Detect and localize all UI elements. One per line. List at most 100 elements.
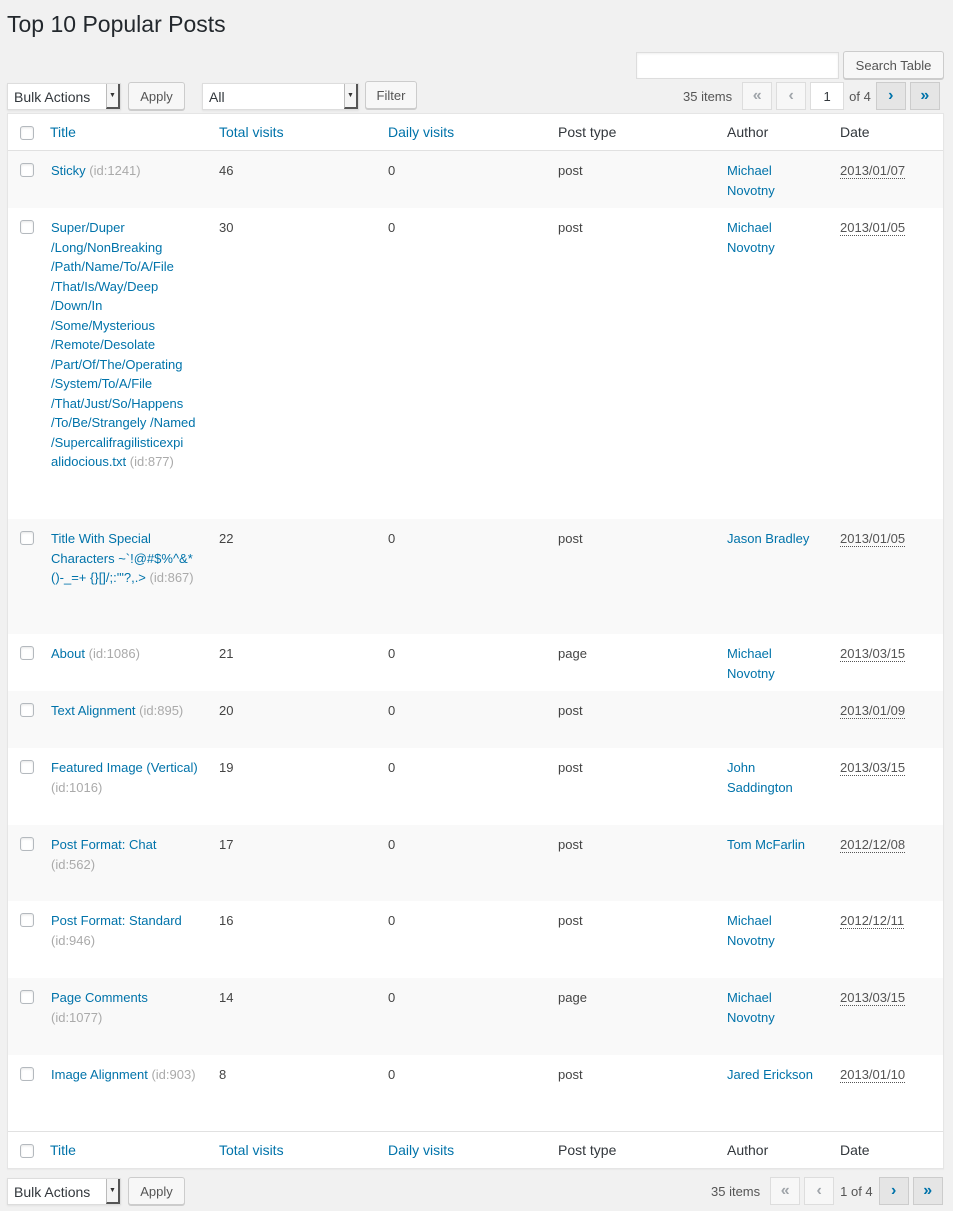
daily-visits-cell: 0 xyxy=(388,220,396,235)
date-cell: 2013/01/09 xyxy=(840,701,906,721)
post-title-link[interactable]: Post Format: Standard xyxy=(51,913,182,928)
total-visits-cell: 46 xyxy=(219,163,234,178)
bulk-actions-select-bottom[interactable]: Bulk Actions ▼ xyxy=(7,1178,121,1205)
table-row: Page Comments (id:1077) 14 0 page Michael No… xyxy=(8,978,943,1055)
author-link[interactable]: Michael Novotny xyxy=(727,161,822,200)
apply-button-top[interactable]: Apply xyxy=(128,82,185,110)
search-input[interactable] xyxy=(636,52,839,79)
row-checkbox[interactable] xyxy=(20,1067,34,1081)
date-cell: 2013/01/10 xyxy=(840,1065,906,1085)
post-id: (id:562) xyxy=(51,856,96,872)
filter-select-value: All xyxy=(209,88,225,105)
table-row: Featured Image (Vertical) (id:1016) 19 0 po… xyxy=(8,748,943,825)
author-link-value[interactable]: Tom McFarlin xyxy=(727,837,805,852)
date-cell-value: 2013/03/15 xyxy=(840,990,906,1006)
post-title-cell: Title With Special Characters ~`!@#$%^&*… xyxy=(51,529,201,588)
bulk-actions-select-top[interactable]: Bulk Actions ▼ xyxy=(7,83,121,110)
date-cell: 2012/12/11 xyxy=(840,911,905,931)
post-id: (id:946) xyxy=(51,932,96,948)
table-row: Post Format: Standard (id:946) 16 0 post Mic… xyxy=(8,901,943,978)
total-visits-cell: 14 xyxy=(219,990,234,1005)
last-page-button[interactable]: » xyxy=(909,82,940,110)
pagination-top: 35 items « ‹ 1 of 4 › » xyxy=(683,81,940,111)
next-page-button[interactable]: › xyxy=(878,1177,909,1205)
post-type-filter-select[interactable]: All ▼ xyxy=(202,83,359,110)
post-title-cell: Image Alignment (id:903) xyxy=(51,1065,201,1085)
row-checkbox[interactable] xyxy=(20,760,34,774)
chevron-down-icon: ▼ xyxy=(106,1179,120,1204)
post-title-link[interactable]: Image Alignment xyxy=(51,1067,148,1082)
row-checkbox[interactable] xyxy=(20,703,34,717)
author-link[interactable]: Jason Bradley xyxy=(727,529,822,549)
author-link-value[interactable]: Jared Erickson xyxy=(727,1067,813,1082)
author-link[interactable]: Michael Novotny xyxy=(727,644,822,683)
row-checkbox[interactable] xyxy=(20,913,34,927)
post-title-link[interactable]: Post Format: Chat xyxy=(51,837,156,852)
row-checkbox[interactable] xyxy=(20,220,34,234)
author-link[interactable]: John Saddington xyxy=(727,758,822,797)
table-body: Sticky (id:1241) 46 0 post Michael Novotny 20… xyxy=(8,151,943,1131)
author-link-value[interactable]: Jason Bradley xyxy=(727,531,809,546)
column-daily-visits[interactable]: Daily visits xyxy=(388,124,454,140)
post-title-link[interactable]: Text Alignment xyxy=(51,703,136,718)
last-page-button[interactable]: » xyxy=(912,1177,943,1205)
total-visits-cell: 30 xyxy=(219,220,234,235)
author-link[interactable]: Tom McFarlin xyxy=(727,835,822,855)
row-checkbox[interactable] xyxy=(20,837,34,851)
post-title-cell: Featured Image (Vertical) (id:1016) xyxy=(51,758,201,797)
row-checkbox[interactable] xyxy=(20,163,34,177)
date-cell-value: 2013/01/10 xyxy=(840,1067,906,1083)
page: Top 10 Popular Posts Search Table Bulk A… xyxy=(0,0,953,1211)
post-title-link[interactable]: About xyxy=(51,646,85,661)
select-all-checkbox-footer[interactable] xyxy=(20,1144,34,1158)
total-visits-cell: 21 xyxy=(219,646,234,661)
date-cell: 2012/12/08 xyxy=(840,835,906,855)
column-daily-visits-footer[interactable]: Daily visits xyxy=(388,1142,454,1158)
post-title-cell: Super/Duper /Long/NonBreaking /Path/Name… xyxy=(51,218,201,472)
author-link-value[interactable]: Michael Novotny xyxy=(727,646,775,681)
column-total-visits-footer[interactable]: Total visits xyxy=(219,1142,284,1158)
row-checkbox[interactable] xyxy=(20,531,34,545)
post-title-link[interactable]: Featured Image (Vertical) xyxy=(51,760,198,775)
post-id: (id:1077) xyxy=(51,1009,103,1025)
table-footer: Title Total visits Daily visits Post typ… xyxy=(8,1131,943,1168)
author-link-value[interactable]: Michael Novotny xyxy=(727,913,775,948)
current-page-input[interactable]: 1 xyxy=(810,82,845,110)
post-title-link[interactable]: Page Comments xyxy=(51,990,148,1005)
date-cell-value: 2013/01/05 xyxy=(840,220,906,236)
post-title-cell: Page Comments (id:1077) xyxy=(51,988,201,1027)
next-page-button[interactable]: › xyxy=(875,82,906,110)
author-link-value[interactable]: John Saddington xyxy=(727,760,793,795)
column-title-footer[interactable]: Title xyxy=(50,1142,76,1158)
author-link[interactable]: Michael Novotny xyxy=(727,218,822,257)
column-total-visits[interactable]: Total visits xyxy=(219,124,284,140)
post-id: (id:903) xyxy=(151,1067,196,1082)
table-row: Sticky (id:1241) 46 0 post Michael Novotny 20… xyxy=(8,151,943,208)
date-cell-value: 2012/12/11 xyxy=(840,913,905,929)
chevron-down-icon: ▼ xyxy=(344,84,358,109)
author-link[interactable]: Michael Novotny xyxy=(727,911,822,950)
post-title-link[interactable]: Super/Duper /Long/NonBreaking /Path/Name… xyxy=(51,220,196,469)
author-link-value[interactable]: Michael Novotny xyxy=(727,990,775,1025)
select-all-checkbox[interactable] xyxy=(20,126,34,140)
daily-visits-cell: 0 xyxy=(388,703,396,718)
bulk-actions-label: Bulk Actions xyxy=(14,88,91,105)
prev-page-icon: ‹ xyxy=(776,82,807,110)
author-link[interactable]: Jared Erickson xyxy=(727,1065,822,1085)
filter-button[interactable]: Filter xyxy=(365,81,417,109)
search-table-button[interactable]: Search Table xyxy=(843,51,944,79)
row-checkbox[interactable] xyxy=(20,990,34,1004)
author-link[interactable]: Michael Novotny xyxy=(727,988,822,1027)
post-title-link[interactable]: Sticky xyxy=(51,163,86,178)
apply-button-bottom[interactable]: Apply xyxy=(128,1177,185,1205)
row-checkbox[interactable] xyxy=(20,646,34,660)
column-title[interactable]: Title xyxy=(50,124,76,140)
post-type-cell: post xyxy=(558,913,583,928)
post-type-cell: post xyxy=(558,220,583,235)
table-row: Image Alignment (id:903) 8 0 post Jared Eric… xyxy=(8,1055,943,1131)
author-link-value[interactable]: Michael Novotny xyxy=(727,163,775,198)
daily-visits-cell: 0 xyxy=(388,1067,396,1082)
author-link-value[interactable]: Michael Novotny xyxy=(727,220,775,255)
daily-visits-cell: 0 xyxy=(388,163,396,178)
post-title-cell: Post Format: Chat (id:562) xyxy=(51,835,201,874)
